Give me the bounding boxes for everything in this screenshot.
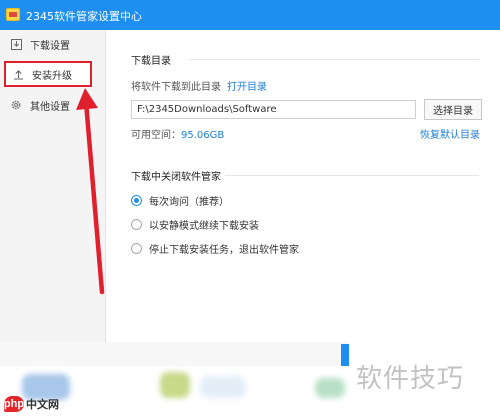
- sidebar-item-install-upgrade[interactable]: 安装升级: [4, 61, 92, 87]
- logo-text: 中文网: [26, 398, 59, 411]
- free-space-value: 95.06GB: [181, 130, 225, 141]
- watermark-text: 软件技巧: [356, 364, 465, 394]
- download-path-input[interactable]: [131, 100, 416, 119]
- choose-directory-button[interactable]: 选择目录: [424, 99, 482, 120]
- blurred-shape: [200, 376, 246, 398]
- php-logo-badge: php: [3, 396, 25, 412]
- site-logo: php 中文网: [4, 396, 59, 412]
- radio-continue-quiet-mode[interactable]: 以安静模式继续下载安装: [131, 217, 259, 232]
- section-divider: [225, 175, 479, 176]
- radio-button[interactable]: [131, 243, 142, 254]
- download-dir-hint: 将软件下载到此目录 打开目录: [131, 82, 267, 93]
- close-behavior-section-title: 下载中关闭软件管家: [131, 172, 221, 183]
- title-bar: 2345软件管家设置中心: [0, 0, 500, 30]
- sidebar-item-label: 安装升级: [32, 70, 72, 82]
- blurred-shape: [315, 378, 345, 398]
- radio-ask-every-time[interactable]: 每次询问（推荐）: [131, 193, 229, 208]
- sidebar-item-label: 下载设置: [30, 40, 70, 52]
- radio-button[interactable]: [131, 219, 142, 230]
- gear-icon: [10, 99, 22, 111]
- bottom-strip: [0, 342, 350, 366]
- section-divider: [189, 59, 479, 60]
- blurred-shape: [160, 372, 190, 398]
- settings-content: 下载目录 将软件下载到此目录打开目录 选择目录 可用空间：95.06GB 恢复默…: [107, 30, 500, 342]
- free-space-label: 可用空间：95.06GB: [131, 130, 225, 141]
- sidebar-item-label: 其他设置: [30, 101, 70, 113]
- sidebar-item-download-settings[interactable]: 下载设置: [0, 31, 106, 57]
- scrollbar-thumb[interactable]: [341, 344, 349, 366]
- open-directory-link[interactable]: 打开目录: [227, 82, 267, 93]
- upload-arrow-icon: [12, 68, 24, 80]
- radio-stop-and-exit[interactable]: 停止下载安装任务，退出软件管家: [131, 241, 299, 256]
- restore-default-dir-link[interactable]: 恢复默认目录: [420, 126, 480, 141]
- download-box-icon: [10, 38, 22, 50]
- app-logo-icon: [6, 8, 20, 21]
- radio-button[interactable]: [131, 195, 142, 206]
- download-dir-section-title: 下载目录: [131, 56, 171, 67]
- window-title: 2345软件管家设置中心: [26, 10, 142, 23]
